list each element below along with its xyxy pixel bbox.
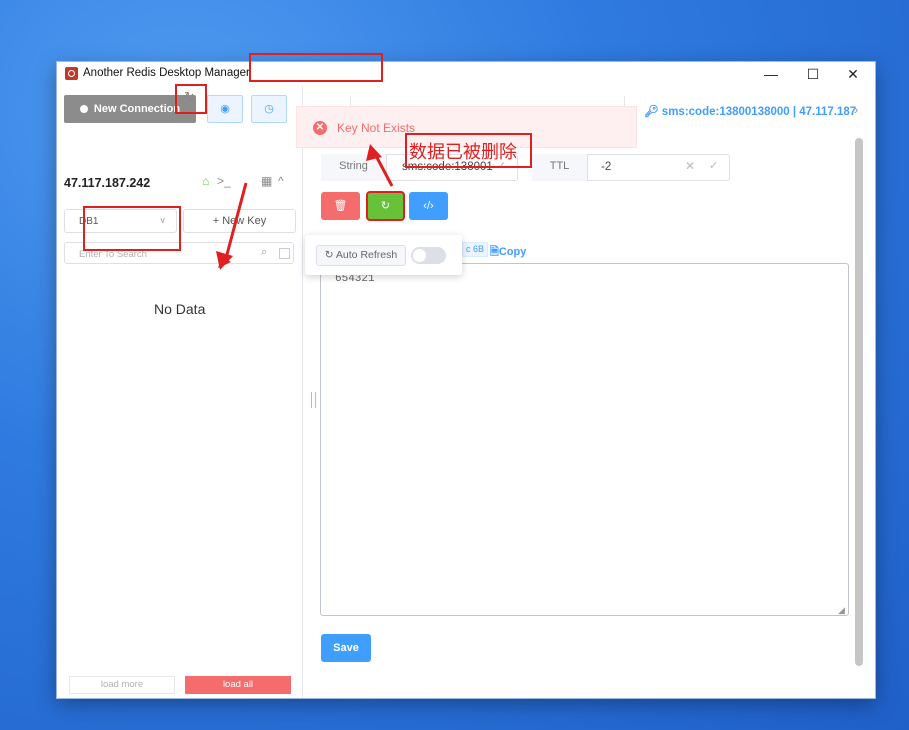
annotation-arrows [216,144,394,270]
arrow-head [366,144,382,161]
arrow-refresh-to-nodata [223,182,248,263]
